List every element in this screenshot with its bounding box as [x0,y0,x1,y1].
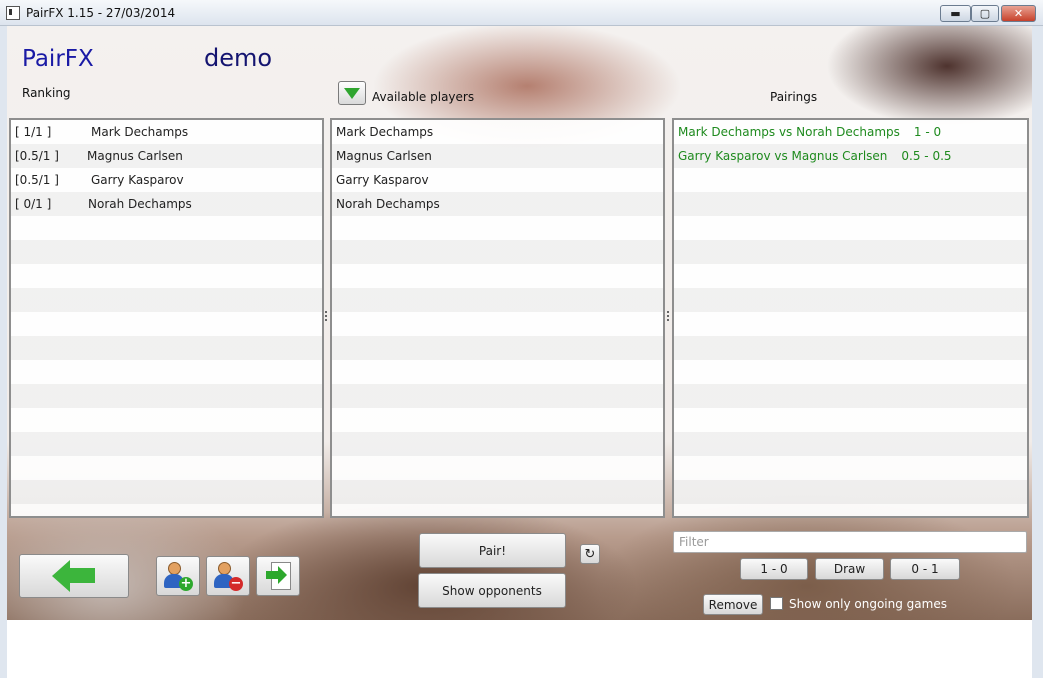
app-window-icon [6,6,20,20]
pair-button[interactable]: Pair! [419,533,566,568]
pairings-heading: Pairings [770,90,818,104]
available-player-row[interactable]: Magnus Carlsen [332,144,663,168]
remove-player-icon: − [213,561,243,591]
ranking-player-name: Norah Dechamps [88,197,192,211]
ranking-score: [ 0/1 ] [15,197,52,211]
back-arrow-icon [52,560,96,592]
ranking-list[interactable]: [ 1/1 ] Mark Dechamps [0.5/1 ] Magnus Ca… [9,118,324,518]
available-player-row[interactable]: Mark Dechamps [332,120,663,144]
result-draw-button[interactable]: Draw [815,558,884,580]
remove-player-button[interactable]: − [206,556,250,596]
window-frame-left [0,26,7,678]
app-main: PairFX demo Ranking Available players Pa… [7,26,1032,620]
pairing-result: 1 - 0 [913,125,942,139]
tournament-name: demo [204,44,273,72]
result-loss-button[interactable]: 0 - 1 [890,558,960,580]
result-win-button[interactable]: 1 - 0 [740,558,808,580]
splitter-handle-right[interactable] [667,311,670,325]
available-players-dropdown-button[interactable] [338,81,366,105]
pairing-match: Mark Dechamps vs Norah Dechamps [678,125,900,139]
export-button[interactable] [256,556,300,596]
app-name: PairFX [22,46,94,72]
export-icon [265,562,291,590]
pairing-row[interactable]: Garry Kasparov vs Magnus Carlsen 0.5 - 0.… [674,144,1027,168]
add-player-button[interactable]: + [156,556,200,596]
ranking-row[interactable]: [0.5/1 ] Garry Kasparov [11,168,322,192]
available-players-heading: Available players [372,90,475,104]
ongoing-games-label: Show only ongoing games [789,597,947,611]
window-frame-right [1032,26,1043,678]
available-player-row[interactable]: Norah Dechamps [332,192,663,216]
maximize-button[interactable]: ▢ [971,5,999,22]
ranking-row[interactable]: [ 0/1 ] Norah Dechamps [11,192,322,216]
add-player-icon: + [163,561,193,591]
ongoing-games-checkbox[interactable] [770,597,783,610]
ranking-player-name: Garry Kasparov [91,173,184,187]
available-player-row[interactable]: Garry Kasparov [332,168,663,192]
refresh-icon: ↻ [584,546,596,562]
pairing-result: 0.5 - 0.5 [901,149,952,163]
splitter-handle-left[interactable] [325,311,328,325]
back-button[interactable] [19,554,129,598]
ranking-row[interactable]: [ 1/1 ] Mark Dechamps [11,120,322,144]
refresh-button[interactable]: ↻ [580,544,600,564]
filter-input[interactable] [673,531,1027,553]
minimize-button[interactable]: ▬ [940,5,971,22]
available-players-list[interactable]: Mark Dechamps Magnus Carlsen Garry Kaspa… [330,118,665,518]
ranking-player-name: Magnus Carlsen [87,149,183,163]
pairing-row[interactable]: Mark Dechamps vs Norah Dechamps 1 - 0 [674,120,1027,144]
pairing-match: Garry Kasparov vs Magnus Carlsen [678,149,888,163]
ranking-player-name: Mark Dechamps [91,125,189,139]
bottom-empty-area [7,620,1032,675]
ranking-row[interactable]: [0.5/1 ] Magnus Carlsen [11,144,322,168]
close-button[interactable]: ✕ [1001,5,1036,22]
ranking-score: [0.5/1 ] [15,173,59,187]
window-title: PairFX 1.15 - 27/03/2014 [26,6,176,20]
pairings-list[interactable]: Mark Dechamps vs Norah Dechamps 1 - 0 Gar… [672,118,1029,518]
ranking-heading: Ranking [22,86,71,100]
window-titlebar: PairFX 1.15 - 27/03/2014 ▬ ▢ ✕ [0,0,1043,26]
ranking-score: [ 1/1 ] [15,125,52,139]
ranking-score: [0.5/1 ] [15,149,59,163]
show-opponents-button[interactable]: Show opponents [418,573,566,608]
remove-pairing-button[interactable]: Remove [703,594,763,615]
